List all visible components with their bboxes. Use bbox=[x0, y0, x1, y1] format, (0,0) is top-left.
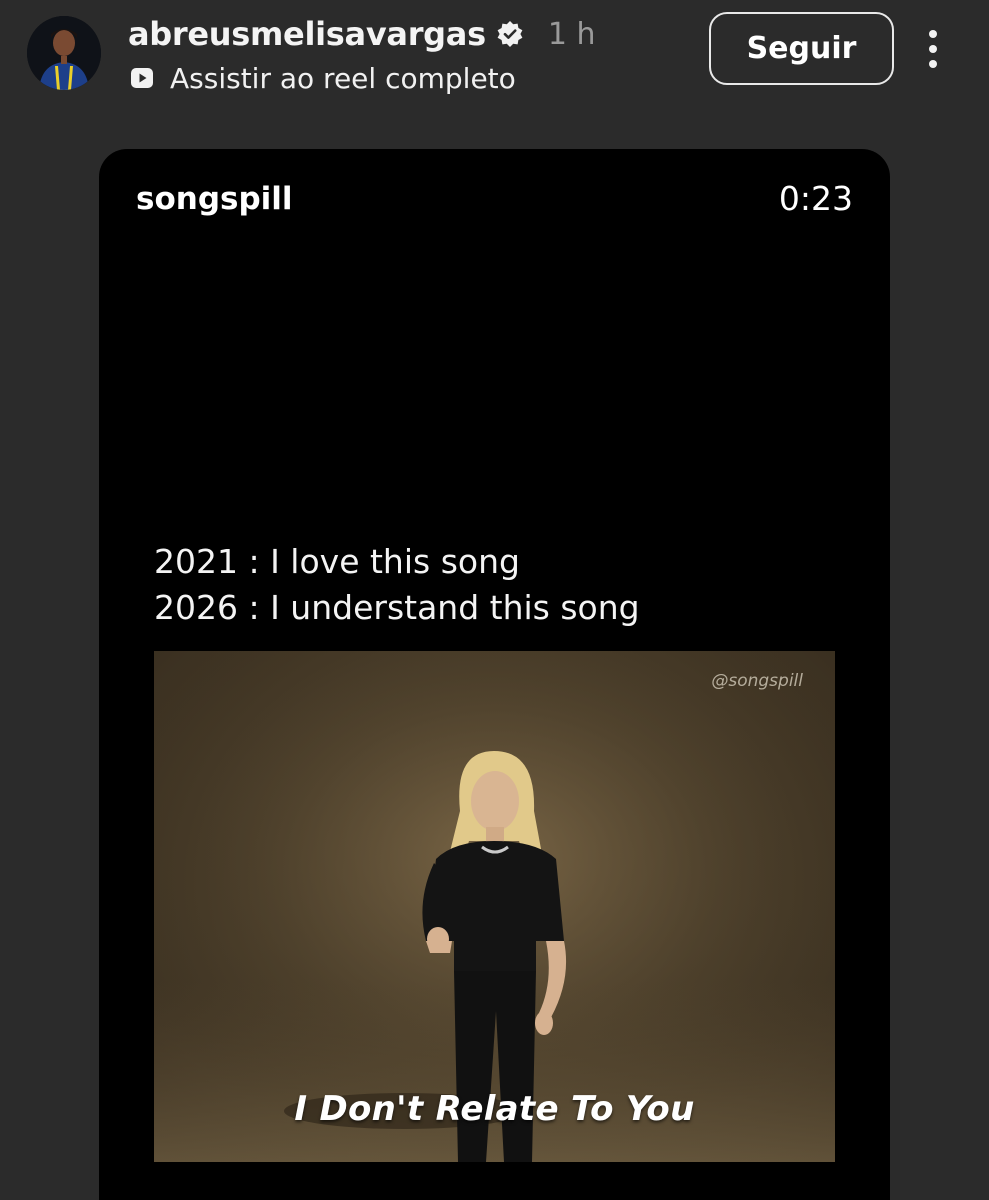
more-vertical-icon[interactable] bbox=[918, 28, 948, 72]
avatar-image bbox=[27, 16, 101, 90]
video-frame[interactable]: @songspill I Don't Relate To You bbox=[154, 651, 835, 1162]
watch-full-reel-link[interactable]: Assistir ao reel completo bbox=[128, 58, 516, 98]
reel-duration: 0:23 bbox=[778, 179, 853, 218]
caption-line: 2021 : I love this song bbox=[154, 542, 520, 581]
reel-caption: 2021 : I love this song 2026 : I underst… bbox=[154, 539, 640, 631]
follow-button[interactable]: Seguir bbox=[709, 12, 894, 85]
video-scene bbox=[154, 651, 835, 1162]
post-time: 1 h bbox=[547, 16, 596, 52]
reel-post-page: abreusmelisavargas 1 h Assistir ao reel … bbox=[0, 0, 989, 1200]
watch-full-reel-label: Assistir ao reel completo bbox=[170, 61, 516, 95]
caption-line: 2026 : I understand this song bbox=[154, 588, 640, 627]
avatar[interactable] bbox=[27, 16, 101, 90]
username[interactable]: abreusmelisavargas bbox=[128, 15, 486, 53]
video-watermark: @songspill bbox=[711, 671, 803, 691]
verified-badge-icon bbox=[496, 20, 524, 48]
play-icon bbox=[128, 64, 156, 92]
video-subtitle: I Don't Relate To You bbox=[294, 1089, 695, 1129]
reel-card[interactable]: songspill 0:23 2021 : I love this song 2… bbox=[99, 149, 890, 1200]
post-header-top: abreusmelisavargas 1 h bbox=[128, 12, 595, 56]
reel-author: songspill bbox=[136, 181, 293, 217]
